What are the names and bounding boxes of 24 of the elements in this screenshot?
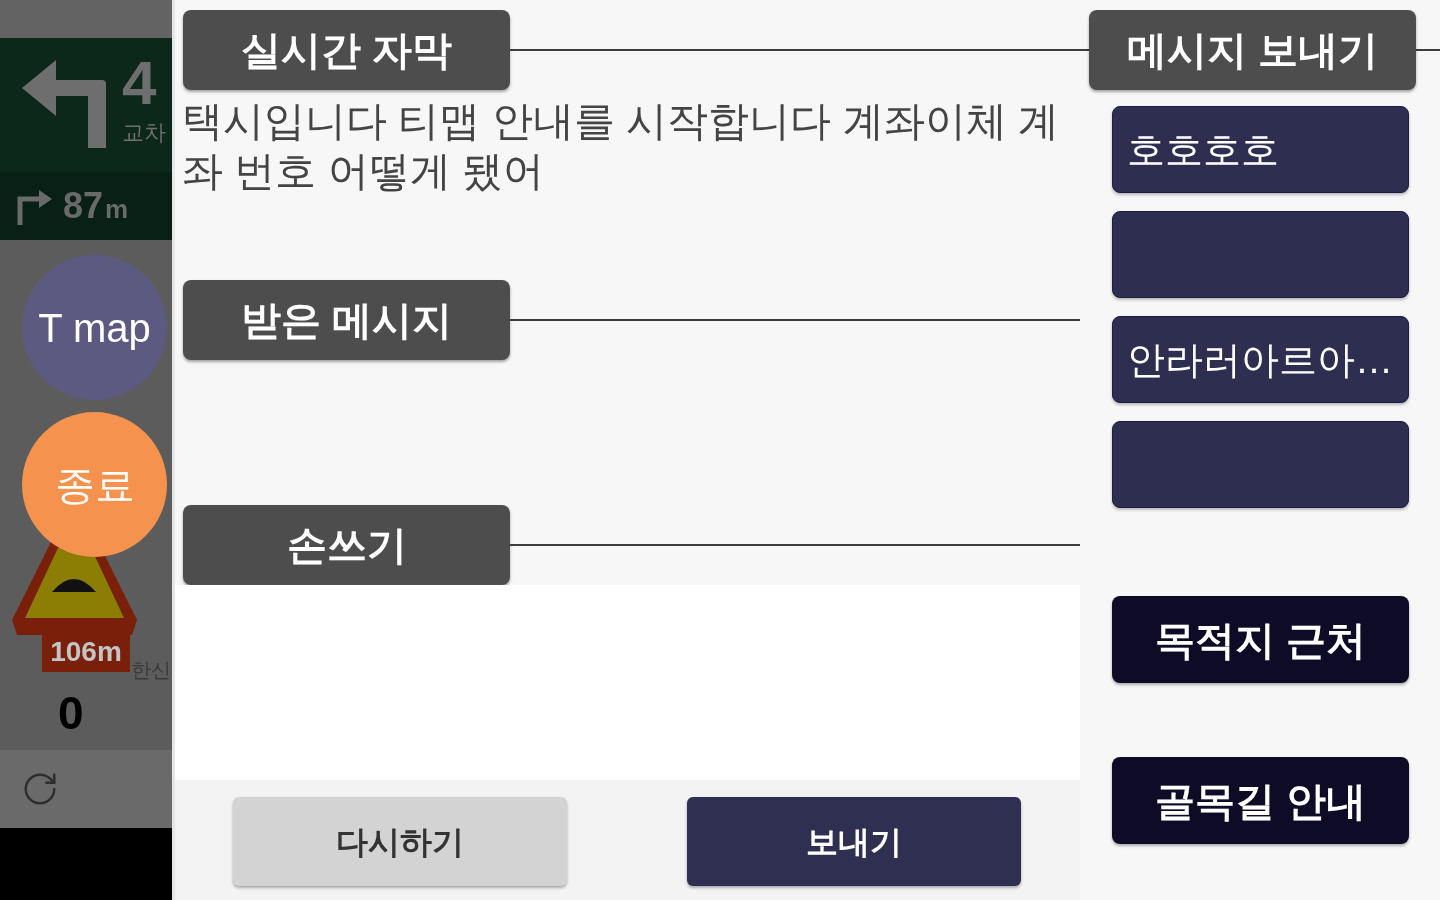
- speed-bump-sign-icon: [12, 540, 137, 635]
- handwriting-canvas[interactable]: [175, 585, 1080, 780]
- section-header: 메시지 보내기: [1089, 10, 1416, 90]
- distance-badge: 106m: [42, 632, 130, 672]
- turn-place: 교차: [122, 122, 166, 144]
- subtitle-text: 택시입니다 티맵 안내를 시작합니다 계좌이체 계좌 번호 어떻게 됐어: [182, 97, 1060, 196]
- next-turn-distance: 87: [63, 188, 104, 224]
- preset-message-button[interactable]: 안라러아르아…: [1112, 316, 1409, 403]
- distance-unit: m: [105, 196, 129, 222]
- section-header: 받은 메시지: [183, 280, 510, 360]
- turn-distance: 4: [122, 52, 157, 114]
- turn-left-arrow-icon: [22, 60, 106, 148]
- send-button[interactable]: 보내기: [687, 797, 1021, 886]
- preset-message-button[interactable]: 호호호호: [1112, 106, 1409, 193]
- shortcut-button[interactable]: 목적지 근처: [1112, 596, 1409, 683]
- turn-right-arrow-icon: [15, 187, 53, 225]
- speed-reading: 0: [58, 690, 84, 736]
- section-header: 실시간 자막: [183, 10, 510, 90]
- preset-message-button[interactable]: [1112, 421, 1409, 508]
- retry-button[interactable]: 다시하기: [233, 797, 567, 886]
- section-header: 손쓰기: [183, 505, 510, 585]
- map-round-button[interactable]: T map: [22, 255, 167, 400]
- shortcut-button[interactable]: 골목길 안내: [1112, 757, 1409, 844]
- preset-message-button[interactable]: [1112, 211, 1409, 298]
